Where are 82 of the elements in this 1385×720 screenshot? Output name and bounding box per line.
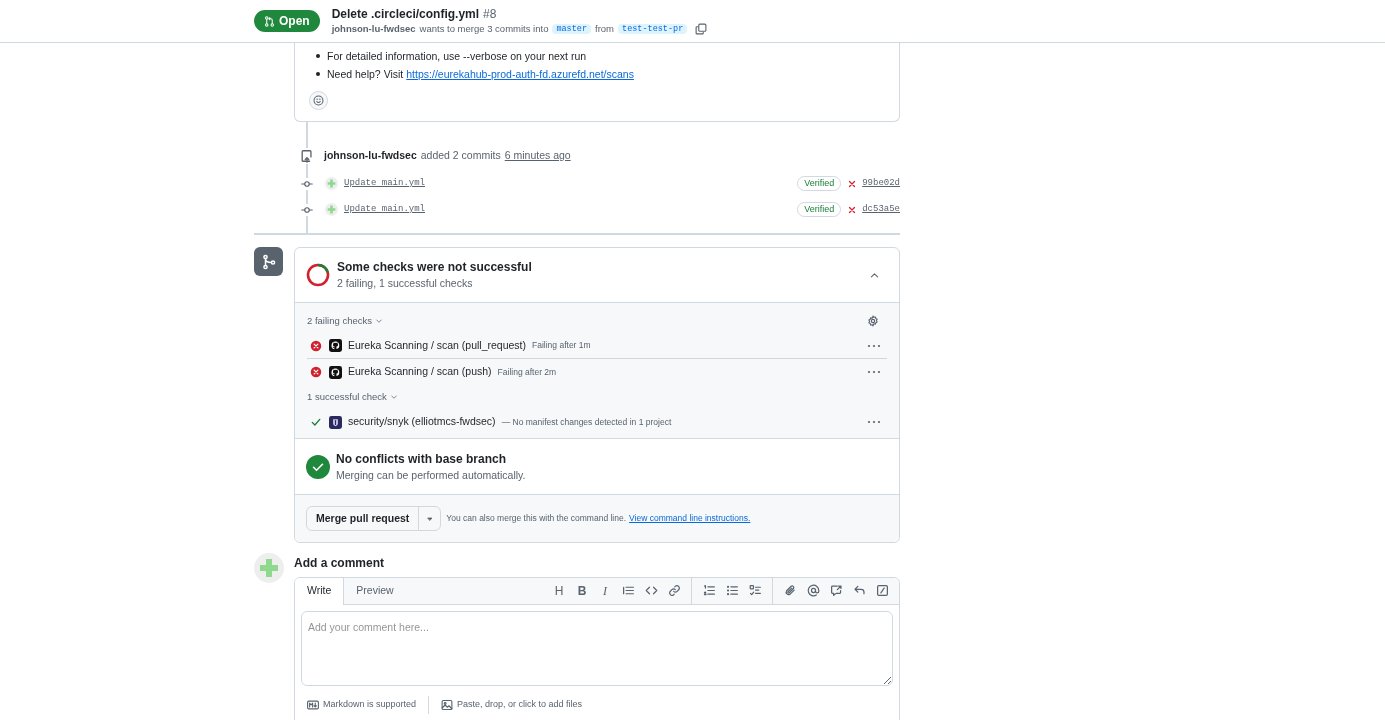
event-text: added 2 commits (420, 148, 501, 163)
check-link[interactable]: Eureka Scanning / scan (push) (348, 364, 492, 380)
numbered-list-icon (702, 584, 716, 597)
avatar (325, 177, 338, 190)
more-button[interactable] (867, 370, 881, 374)
commit-link[interactable]: Update main.yml (344, 202, 425, 217)
paperclip-icon (783, 584, 797, 597)
ellipsis-icon (867, 370, 881, 374)
merge-text: wants to merge 3 commits into (419, 23, 549, 35)
checks-summary: 2 failing, 1 successful checks (337, 276, 474, 291)
app-logo-icon (329, 415, 342, 429)
pull-request-icon (264, 15, 275, 27)
bullet-text: For detailed information, use --verbose on your next run (327, 49, 587, 64)
link-icon (667, 584, 681, 597)
smiley-icon (313, 95, 324, 106)
reply-icon (852, 584, 866, 597)
x-icon (847, 178, 858, 189)
chevron-down-icon (389, 393, 398, 401)
merge-title: No conflicts with base branch (336, 450, 508, 467)
app-logo-icon (329, 365, 342, 379)
settings-icon (867, 315, 879, 327)
markdown-icon (307, 700, 319, 710)
merge-hint: You can also merge this with the command line. (446, 512, 627, 525)
merge-subtitle: Merging can be performed automatically. (336, 467, 526, 483)
pr-title: Delete .circleci/config.yml (331, 7, 480, 22)
state-badge: Open (254, 10, 320, 32)
cross-reference-icon (829, 584, 843, 597)
task-list-icon (748, 584, 762, 597)
ellipsis-icon (867, 343, 881, 348)
copy-button[interactable] (695, 23, 708, 35)
settings-button[interactable] (867, 315, 879, 327)
check-link[interactable]: Eureka Scanning / scan (pull_request) (348, 337, 527, 354)
checks-title: Some checks were not successful (337, 259, 532, 275)
slash-command-icon (875, 584, 889, 597)
markdown-link[interactable]: Markdown is supported (323, 698, 417, 712)
x-icon (847, 204, 858, 215)
app-logo-icon (329, 339, 342, 352)
caret-icon (425, 514, 434, 523)
push-icon (300, 148, 314, 163)
more-button[interactable] (867, 420, 881, 424)
group-toggle[interactable]: 1 successful check (307, 389, 398, 405)
bulleted-list-icon (725, 584, 739, 597)
branch-label[interactable]: master (552, 23, 592, 35)
copy-icon (695, 23, 708, 35)
pr-number: #8 (483, 7, 497, 22)
checks-ring-icon (306, 263, 330, 287)
check-circle-icon (306, 454, 330, 479)
at-sign-icon (806, 584, 820, 597)
commit-sha[interactable]: 99be02d (862, 176, 900, 191)
image-icon (441, 699, 454, 711)
instructions-link[interactable]: View command line instructions. (629, 512, 751, 525)
user-avatar (254, 553, 284, 583)
branch-label[interactable]: test-test-pr (618, 23, 688, 35)
check-detail: — No manifest changes detected in 1 project (501, 415, 672, 429)
reaction-button[interactable] (309, 91, 328, 110)
author-link[interactable]: johnson-lu-fwdsec (331, 23, 416, 35)
group-toggle[interactable]: 2 failing checks (307, 313, 383, 329)
from-text: from (595, 23, 615, 35)
comment-heading: Add a comment (294, 555, 385, 572)
toolbar-button[interactable]: B (573, 581, 591, 600)
toolbar-button[interactable]: H (550, 581, 568, 600)
ellipsis-icon (867, 420, 881, 424)
author-link[interactable]: johnson-lu-fwdsec (324, 148, 417, 164)
avatar (325, 203, 338, 216)
check-detail: Failing after 2m (497, 365, 557, 379)
more-button[interactable] (867, 343, 881, 348)
git-merge-icon (260, 253, 277, 270)
commit-sha[interactable]: dc53a5e (862, 202, 900, 217)
quote-icon (621, 584, 635, 597)
commit-link[interactable]: Update main.yml (344, 176, 425, 191)
chevron-down-icon (374, 317, 383, 325)
editor-tab[interactable]: Preview (344, 578, 406, 604)
code-icon (644, 584, 658, 597)
comment-field[interactable]: Add your comment here... (301, 611, 893, 686)
editor-tab[interactable]: Write (295, 578, 345, 605)
bullet-text: Need help? Visit (327, 67, 404, 82)
attach-files-text[interactable]: Paste, drop, or click to add files (457, 698, 583, 712)
check-link[interactable]: security/snyk (elliotmcs-fwdsec) (348, 414, 496, 430)
toolbar-button[interactable]: I (596, 581, 614, 600)
check-detail: Failing after 1m (532, 339, 591, 352)
help-link[interactable]: https://eurekahub-prod-auth-fd.azurefd.net/scans (406, 65, 634, 83)
time-link[interactable]: 6 minutes ago (504, 148, 571, 164)
